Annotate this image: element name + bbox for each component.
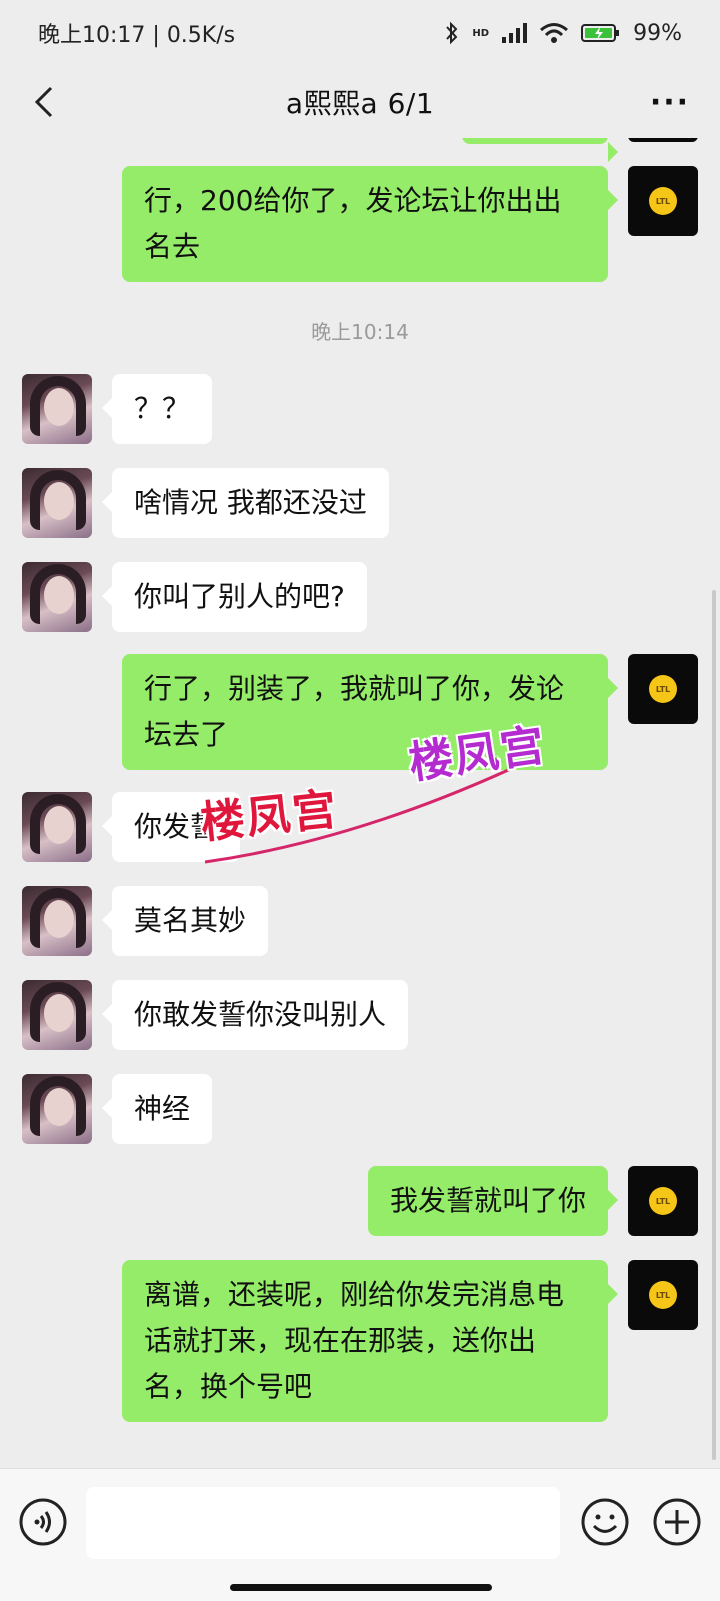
home-indicator[interactable] (230, 1584, 492, 1591)
avatar-face (44, 1088, 74, 1126)
message-bubble[interactable]: 你敢发誓你没叫别人 (101, 980, 409, 1050)
plus-button[interactable] (652, 1497, 702, 1547)
voice-button[interactable] (18, 1497, 68, 1547)
my-avatar[interactable]: LTL (628, 1260, 698, 1330)
avatar-face (44, 900, 74, 938)
contact-avatar[interactable] (22, 1074, 92, 1144)
my-avatar[interactable]: LTL (628, 1166, 698, 1236)
message-bubble[interactable]: 我发誓就叫了你 (367, 1166, 619, 1236)
watermark-swoosh (204, 758, 531, 864)
voice-icon (19, 1498, 67, 1546)
emoji-icon (581, 1498, 629, 1546)
input-bar (0, 1468, 720, 1601)
plus-icon (653, 1498, 701, 1546)
avatar-logo: LTL (649, 1281, 677, 1309)
avatar-logo: LTL (649, 1187, 677, 1215)
message-input[interactable] (86, 1487, 560, 1559)
message-bubble[interactable]: 离谱，还装呢，刚给你发完消息电话就打来，现在在那装，送你出名，换个号吧 (122, 1260, 618, 1422)
emoji-button[interactable] (580, 1497, 630, 1547)
message-bubble[interactable]: 神经 (101, 1074, 213, 1144)
avatar-face (44, 994, 74, 1032)
contact-avatar[interactable] (22, 980, 92, 1050)
